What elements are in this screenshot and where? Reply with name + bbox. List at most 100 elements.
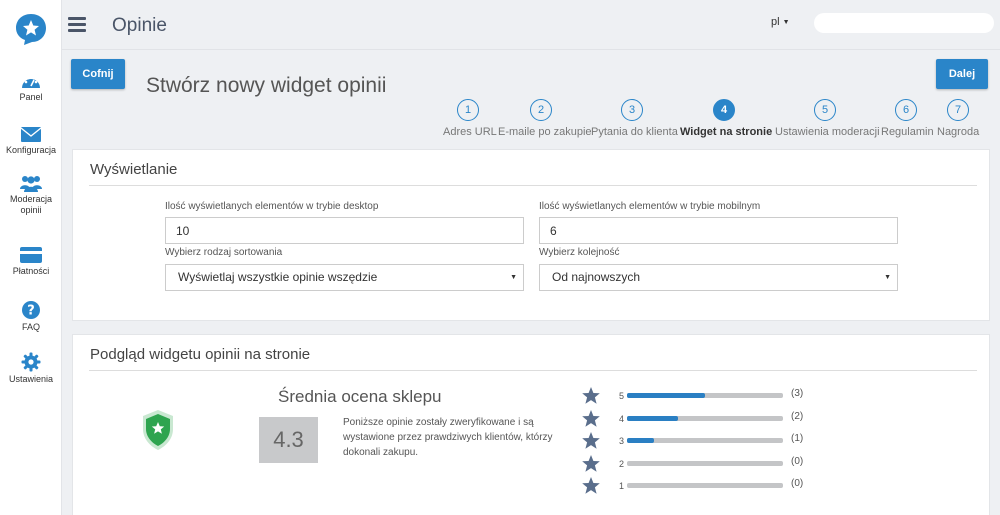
star-icon [582,387,600,404]
next-button[interactable]: Dalej [936,59,988,89]
back-button[interactable]: Cofnij [71,59,125,89]
step-label: Adres URL [443,126,497,138]
sidebar: Panel Konfiguracja Moderacja opinii Płat… [0,0,62,515]
rating-bar-fill [627,438,654,443]
sidebar-item-konfiguracja[interactable]: Konfiguracja [0,126,62,156]
credit-card-icon [20,247,42,263]
app-logo-icon[interactable] [14,12,48,46]
step-number: 1 [457,99,479,121]
card-title: Wyświetlanie [90,161,178,178]
step-3[interactable]: 3 Pytania do klienta [591,99,678,138]
rating-bar [627,483,783,488]
rating-bar [627,460,783,466]
sidebar-item-ustawienia[interactable]: Ustawienia [0,352,62,385]
step-5[interactable]: 5 Ustawienia moderacji [775,99,880,138]
step-4[interactable]: 4 Widget na stronie [680,99,773,138]
users-icon [20,176,42,192]
widget-preview-card: Podgląd widgetu opinii na stronie Średni… [72,334,990,515]
verification-description: Poniższe opinie zostały zweryfikowane i … [343,417,553,458]
display-settings-card: Wyświetlanie Ilość wyświetlanych element… [72,149,990,321]
envelope-icon [20,127,42,142]
sidebar-item-label: FAQ [21,322,40,332]
sidebar-item-label: Moderacja [9,194,53,204]
step-number: 5 [814,99,836,121]
star-icon [582,409,600,427]
sidebar-item-label: opinii [20,205,42,215]
mobile-count-input[interactable] [539,217,898,244]
verified-shield-icon [143,410,173,450]
step-label: Ustawienia moderacji [775,126,880,138]
sort-type-label: Wybierz rodzaj sortowania [165,247,283,258]
hamburger-menu-icon[interactable] [68,17,86,33]
step-number: 4 [713,99,735,121]
question-circle-icon: ? [22,301,40,319]
divider [89,185,977,186]
rating-stars-label: 3 [619,436,625,446]
order-label: Wybierz kolejność [539,247,620,258]
rating-stars-label: 1 [619,481,625,491]
rating-count: (2) [791,410,804,422]
rating-bar [627,438,783,443]
sidebar-item-label: Płatności [12,266,50,276]
rating-row: 4 (2) [581,409,821,429]
order-select[interactable]: Od najnowszych ▼ [539,264,898,291]
rating-row: 5 (3) [581,386,821,406]
step-label: Widget na stronie [680,126,773,138]
caret-down-icon: ▼ [782,19,790,26]
step-label: Regulamin [881,126,934,138]
step-label: Pytania do klienta [591,126,678,138]
rating-count: (0) [791,478,804,489]
sidebar-item-panel[interactable]: Panel [0,72,62,103]
desktop-count-label: Ilość wyświetlanych elementów w trybie d… [165,201,379,212]
sidebar-item-label: Konfiguracja [5,145,57,155]
rating-stars-label: 5 [619,391,625,401]
top-bar: Opinie pl ▼ [62,0,1000,50]
star-icon [582,454,600,472]
step-1[interactable]: 1 Adres URL [443,99,497,138]
rating-row: 3 (1) [581,431,821,451]
step-label: E-maile po zakupie [498,126,592,138]
step-number: 6 [895,99,917,121]
language-selector[interactable]: pl ▼ [771,16,790,28]
search-input[interactable] [814,13,994,33]
star-icon [582,477,600,494]
rating-count: (1) [791,433,804,444]
step-7[interactable]: 7 Nagroda [937,99,979,138]
step-number: 2 [530,99,552,121]
step-number: 7 [947,99,969,121]
dashboard-gauge-icon [22,76,40,88]
step-label: Nagroda [937,126,980,138]
rating-row: 2 (0) [581,454,821,474]
rating-bar [627,393,783,398]
rating-row: 1 (0) [581,476,821,496]
card-title: Podgląd widgetu opinii na stronie [90,346,311,363]
rating-bar-fill [627,415,679,421]
select-arrow-icon: ▼ [510,274,517,281]
rating-stars-label: 4 [619,413,625,424]
mobile-count-label: Ilość wyświetlanych elementów w trybie m… [539,201,761,212]
app-title: Opinie [112,15,167,36]
sidebar-item-label: Panel [19,92,43,102]
sidebar-item-label: Ustawienia [8,374,54,384]
step-2[interactable]: 2 E-maile po zakupie [498,99,592,138]
rating-bar [627,415,783,421]
star-icon [582,432,600,449]
step-6[interactable]: 6 Regulamin [881,99,934,138]
divider [89,370,977,371]
gear-icon [21,352,41,372]
rating-count: (3) [791,388,804,399]
page-title: Stwórz nowy widget opinii [146,74,387,97]
sidebar-item-platnosci[interactable]: Płatności [0,246,62,277]
select-arrow-icon: ▼ [884,274,891,281]
sort-type-select[interactable]: Wyświetlaj wszystkie opinie wszędzie ▼ [165,264,524,291]
step-number: 3 [621,99,643,121]
svg-text:?: ? [27,304,35,319]
sidebar-item-moderacja[interactable]: Moderacja opinii [0,174,62,216]
rating-stars-label: 2 [619,458,625,469]
desktop-count-input[interactable] [165,217,524,244]
rating-count: (0) [791,455,804,467]
sidebar-item-faq[interactable]: ? FAQ [0,300,62,333]
rating-bar-fill [627,393,705,398]
average-rating-value: 4.3 [259,417,318,463]
average-rating-title: Średnia ocena sklepu [278,387,442,406]
